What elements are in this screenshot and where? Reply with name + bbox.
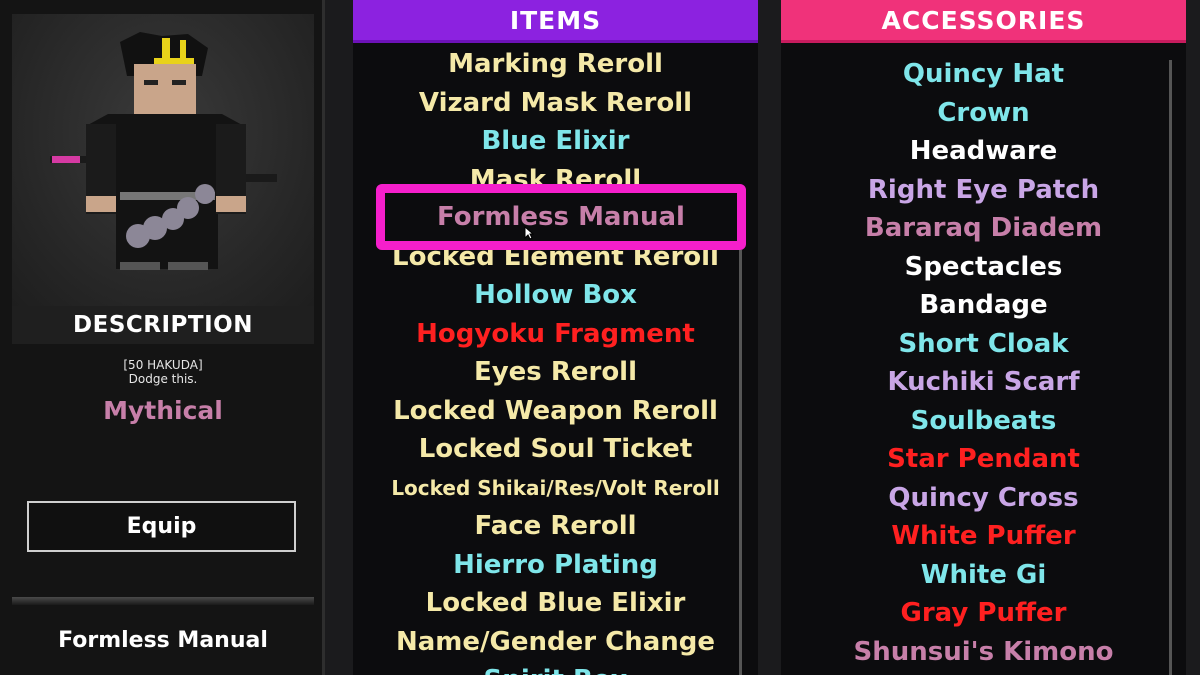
accessories-list-item[interactable]: Quincy Cross	[781, 479, 1186, 518]
selected-item-highlight[interactable]: Formless Manual	[376, 184, 746, 250]
selected-item-name: Formless Manual	[58, 628, 268, 653]
items-list-item[interactable]: Hogyoku Fragment	[353, 315, 758, 354]
accessories-list-item[interactable]: Kuchiki Scarf	[781, 363, 1186, 402]
accessories-list-item[interactable]: Gray Puffer	[781, 594, 1186, 633]
item-detail-panel: DESCRIPTION [50 HAKUDA] Dodge this. Myth…	[0, 0, 325, 675]
mouse-cursor-icon	[524, 226, 534, 240]
equip-button[interactable]: Equip	[27, 501, 296, 552]
items-column: ITEMS Marking Reroll Vizard Mask Reroll Bl…	[353, 0, 758, 675]
items-scrollbar[interactable]	[739, 250, 742, 675]
item-price: [50 HAKUDA]	[123, 358, 203, 372]
items-list: Marking Reroll Vizard Mask Reroll Blue Eli…	[353, 45, 758, 675]
character-avatar-icon	[50, 32, 277, 270]
items-list-item[interactable]: Hollow Box	[353, 276, 758, 315]
items-list-item[interactable]: Vizard Mask Reroll	[353, 84, 758, 123]
accessories-list-item[interactable]: Right Eye Patch	[781, 171, 1186, 210]
accessories-column: ACCESSORIES Quincy Hat Crown Headware Right…	[781, 0, 1186, 675]
items-list-item[interactable]: Name/Gender Change	[353, 623, 758, 662]
items-list-item[interactable]: Face Reroll	[353, 507, 758, 546]
items-list-item[interactable]: Locked Soul Ticket	[353, 430, 758, 469]
accessories-list-item[interactable]: White Puffer	[781, 517, 1186, 556]
accessories-list-item[interactable]: Spectacles	[781, 248, 1186, 287]
description-heading: DESCRIPTION	[12, 306, 314, 344]
accessories-list-item[interactable]: Bandage	[781, 286, 1186, 325]
accessories-scrollbar[interactable]	[1169, 60, 1172, 675]
items-list-item[interactable]: Locked Weapon Reroll	[353, 392, 758, 431]
items-list-item[interactable]: Locked Shikai/Res/Volt Reroll	[353, 469, 758, 508]
selected-item-label: Formless Manual	[437, 202, 685, 232]
accessories-list-item[interactable]: Short Cloak	[781, 325, 1186, 364]
accessories-list-item[interactable]: Headware	[781, 132, 1186, 171]
accessories-list-item[interactable]: Bararaq Diadem	[781, 209, 1186, 248]
items-list-item[interactable]: Locked Blue Elixir	[353, 584, 758, 623]
items-list-item[interactable]: Blue Elixir	[353, 122, 758, 161]
accessories-list-item[interactable]: Soulbeats	[781, 402, 1186, 441]
accessories-list-item[interactable]: White Gi	[781, 556, 1186, 595]
accessories-list-item[interactable]: Quincy Hat	[781, 55, 1186, 94]
character-preview	[12, 14, 314, 306]
items-list-item[interactable]: Marking Reroll	[353, 45, 758, 84]
accessories-header: ACCESSORIES	[781, 0, 1186, 43]
item-description: Dodge this.	[128, 372, 198, 386]
accessories-list-item[interactable]: Crown	[781, 94, 1186, 133]
accessories-list: Quincy Hat Crown Headware Right Eye Patch Ba…	[781, 55, 1186, 671]
items-list-item[interactable]: Spirit Box	[353, 661, 758, 675]
accessories-list-item[interactable]: Shunsui's Kimono	[781, 633, 1186, 672]
items-list-item[interactable]: Hierro Plating	[353, 546, 758, 585]
items-list-item[interactable]: Eyes Reroll	[353, 353, 758, 392]
divider	[12, 597, 314, 605]
items-header: ITEMS	[353, 0, 758, 43]
rarity-label: Mythical	[103, 396, 223, 425]
accessories-list-item[interactable]: Star Pendant	[781, 440, 1186, 479]
